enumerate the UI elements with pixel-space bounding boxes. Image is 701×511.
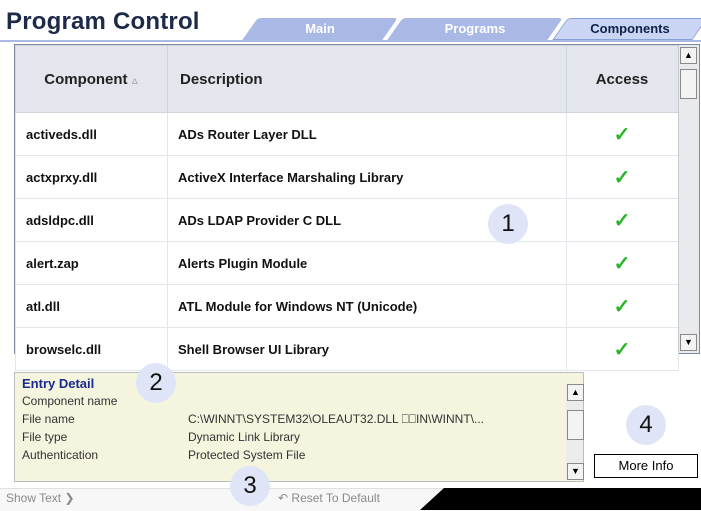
detail-scroll-up-icon[interactable]: ▲ <box>567 384 584 401</box>
detail-scroll-thumb[interactable] <box>567 410 584 440</box>
component-cell: alert.zap <box>15 241 168 285</box>
component-cell: browselc.dll <box>15 327 168 371</box>
detail-value-file-type: Dynamic Link Library <box>188 430 301 444</box>
table-header-row: Component ▵ Description Access <box>15 45 679 113</box>
callout-1: 1 <box>488 204 528 244</box>
callout-2: 2 <box>136 363 176 403</box>
detail-label-component-name: Component name <box>22 394 118 408</box>
check-icon[interactable]: ✓ <box>566 284 679 328</box>
description-cell: ATL Module for Windows NT (Unicode) <box>167 284 567 328</box>
callout-3: 3 <box>230 466 270 506</box>
check-icon[interactable]: ✓ <box>566 155 679 199</box>
column-header-access[interactable]: Access <box>566 45 679 113</box>
chevron-right-icon: ❯ <box>64 491 75 505</box>
entry-detail-panel <box>14 372 584 482</box>
scroll-thumb[interactable] <box>680 69 697 99</box>
grid-scrollbar[interactable]: ▲ ▼ <box>678 45 699 353</box>
callout-4: 4 <box>626 405 666 445</box>
component-cell: actxprxy.dll <box>15 155 168 199</box>
reset-to-default-button[interactable]: ↶ Reset To Default <box>278 491 380 505</box>
more-info-button[interactable]: More Info <box>594 454 698 478</box>
show-text-button[interactable]: Show Text ❯ <box>6 491 75 505</box>
check-icon[interactable]: ✓ <box>566 112 679 156</box>
table-row[interactable]: activeds.dll ADs Router Layer DLL ✓ <box>15 112 679 156</box>
detail-value-file-name: C:\WINNT\SYSTEM32\OLEAUT32.DLL ⎕⎕IN\WINN… <box>188 412 485 426</box>
sort-ascending-icon: ▵ <box>131 72 138 87</box>
column-header-component[interactable]: Component ▵ <box>15 45 168 113</box>
detail-label-authentication: Authentication <box>22 448 99 462</box>
check-icon[interactable]: ✓ <box>566 241 679 285</box>
table-row[interactable]: adsldpc.dll ADs LDAP Provider C DLL ✓ <box>15 198 679 242</box>
table-row[interactable]: alert.zap Alerts Plugin Module ✓ <box>15 241 679 285</box>
component-cell: activeds.dll <box>15 112 168 156</box>
table-row[interactable]: actxprxy.dll ActiveX Interface Marshalin… <box>15 155 679 199</box>
reset-icon: ↶ <box>278 491 289 505</box>
table-row[interactable]: atl.dll ATL Module for Windows NT (Unico… <box>15 284 679 328</box>
tab-main[interactable]: Main <box>242 18 398 40</box>
footer-decoration <box>420 488 701 510</box>
description-cell: Alerts Plugin Module <box>167 241 567 285</box>
scroll-down-icon[interactable]: ▼ <box>680 334 697 351</box>
component-cell: adsldpc.dll <box>15 198 168 242</box>
detail-label-file-name: File name <box>22 412 75 426</box>
header-divider <box>0 40 701 42</box>
tab-components[interactable]: Components <box>552 18 701 40</box>
check-icon[interactable]: ✓ <box>566 198 679 242</box>
page-title: Program Control <box>6 8 200 35</box>
entry-detail-title: Entry Detail <box>22 376 95 391</box>
detail-scroll-down-icon[interactable]: ▼ <box>567 463 584 480</box>
components-grid: Component ▵ Description Access activeds.… <box>14 44 700 371</box>
description-cell: ActiveX Interface Marshaling Library <box>167 155 567 199</box>
detail-scrollbar[interactable]: ▲ ▼ <box>566 384 584 480</box>
check-icon[interactable]: ✓ <box>566 327 679 371</box>
detail-label-file-type: File type <box>22 430 68 444</box>
description-cell: Shell Browser UI Library <box>167 327 567 371</box>
description-cell: ADs Router Layer DLL <box>167 112 567 156</box>
tab-programs[interactable]: Programs <box>387 18 563 40</box>
column-header-description[interactable]: Description <box>167 45 567 113</box>
detail-value-authentication: Protected System File <box>188 448 306 462</box>
table-row[interactable]: browselc.dll Shell Browser UI Library ✓ <box>15 327 679 371</box>
scroll-up-icon[interactable]: ▲ <box>680 47 697 64</box>
components-table: Component ▵ Description Access activeds.… <box>15 45 679 371</box>
component-cell: atl.dll <box>15 284 168 328</box>
